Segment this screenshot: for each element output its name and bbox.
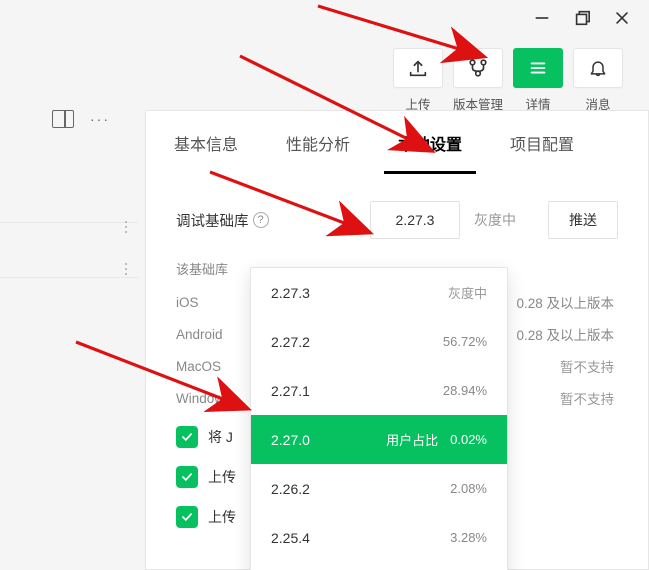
push-button[interactable]: 推送 (548, 201, 618, 239)
version-percent: 56.72% (443, 334, 487, 349)
tab-local-settings[interactable]: 本地设置 (394, 111, 466, 174)
version-option[interactable]: 2.26.2 2.08% (251, 464, 507, 513)
upload-button[interactable] (393, 48, 443, 88)
version-percent: 2.08% (450, 481, 487, 496)
tab-project-config[interactable]: 项目配置 (506, 111, 578, 174)
minimize-button[interactable] (533, 9, 551, 27)
layout-panes-icon[interactable] (52, 110, 74, 128)
checkbox-label: 将 J (208, 427, 233, 447)
release-status: 灰度中 (474, 210, 534, 230)
version-value: 2.27.0 (271, 432, 310, 448)
checkbox-label: 上传 (208, 467, 236, 487)
drag-handle[interactable] (125, 263, 131, 275)
version-option[interactable]: 2.25.4 3.28% (251, 513, 507, 562)
more-icon[interactable]: ··· (90, 111, 110, 127)
version-option[interactable]: 2.27.2 56.72% (251, 317, 507, 366)
version-dropdown[interactable]: 2.27.3 灰度中 2.27.2 56.72% 2.27.1 28.94% 2.27.0 用… (250, 267, 508, 570)
drag-handle[interactable] (125, 221, 131, 233)
version-option[interactable]: 2.27.1 28.94% (251, 366, 507, 415)
divider (0, 277, 138, 278)
help-icon[interactable]: ? (253, 212, 269, 228)
checkbox-checked-icon (176, 426, 198, 448)
version-option[interactable]: 2.25.30.32% (251, 562, 507, 570)
version-option[interactable]: 2.27.0 用户占比 0.02% (251, 415, 507, 464)
version-value: 2.26.2 (271, 481, 310, 497)
version-percent: 3.28% (450, 530, 487, 545)
version-value: 2.27.2 (271, 334, 310, 350)
version-mgmt-button[interactable] (453, 48, 503, 88)
messages-button[interactable] (573, 48, 623, 88)
checkbox-checked-icon (176, 466, 198, 488)
close-button[interactable] (613, 9, 631, 27)
debug-lib-label: 调试基础库 ? (176, 210, 269, 231)
selected-version-value: 2.27.3 (396, 212, 435, 228)
version-value: 2.27.3 (271, 285, 310, 301)
details-button[interactable] (513, 48, 563, 88)
version-option[interactable]: 2.27.3 灰度中 (251, 268, 507, 317)
version-percent: 0.02% (450, 432, 487, 447)
divider (0, 222, 138, 223)
version-percent: 灰度中 (448, 283, 487, 302)
checkbox-label: 上传 (208, 507, 236, 527)
version-value: 2.25.4 (271, 530, 310, 546)
checkbox-checked-icon (176, 506, 198, 528)
tab-basic-info[interactable]: 基本信息 (170, 111, 242, 174)
base-lib-version-select[interactable]: 2.27.3 (370, 201, 460, 239)
version-value: 2.27.1 (271, 383, 310, 399)
tab-performance[interactable]: 性能分析 (282, 111, 354, 174)
maximize-button[interactable] (573, 9, 591, 27)
version-percent: 28.94% (443, 383, 487, 398)
user-share-label: 用户占比 (386, 430, 438, 449)
